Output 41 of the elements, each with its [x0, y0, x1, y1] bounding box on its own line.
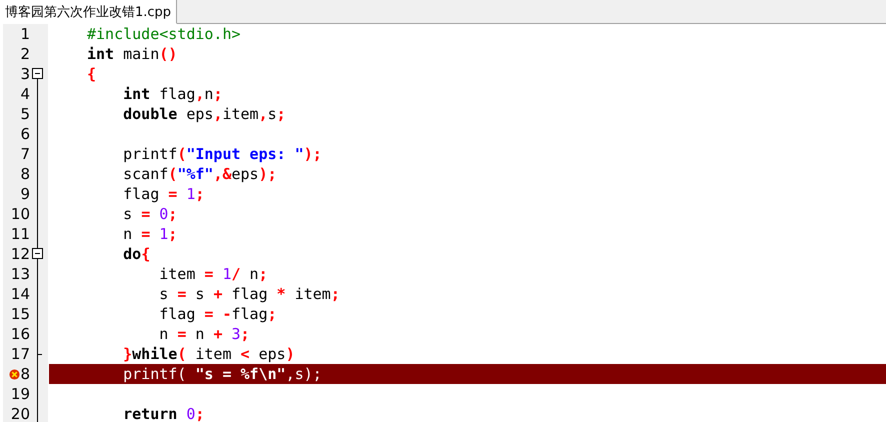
code-line: s = 0; — [122, 204, 178, 224]
line-number: 8 — [20, 365, 30, 383]
code-line: n = n + 3; — [158, 324, 251, 344]
code-line: scanf("%f",&eps); — [122, 164, 278, 184]
line-number: 9 — [20, 185, 30, 203]
line-number: 6 — [20, 125, 30, 143]
line-number: 12 — [10, 245, 30, 263]
line-number: 2 — [20, 45, 30, 63]
collapse-icon[interactable] — [32, 248, 43, 259]
line-number: 15 — [10, 305, 30, 323]
code-line: s = s + flag * item; — [158, 284, 341, 304]
line-number: 14 — [10, 285, 30, 303]
line-number: 17 — [10, 345, 30, 363]
line-number: 3 — [20, 65, 30, 83]
collapse-icon[interactable] — [32, 68, 43, 79]
file-tab[interactable]: 博客园第六次作业改错1.cpp — [0, 0, 178, 24]
line-number: 20 — [10, 405, 30, 422]
code-line: do{ — [122, 244, 152, 264]
code-line: return 0; — [122, 404, 206, 422]
code-line: flag = 1; — [122, 184, 206, 204]
code-line: flag = -flag; — [158, 304, 278, 324]
line-number: 13 — [10, 265, 30, 283]
code-line: int main() — [86, 44, 178, 64]
breakpoint-icon[interactable] — [9, 368, 20, 380]
code-line: }while( item < eps) — [122, 344, 296, 364]
line-number: 8 — [20, 165, 30, 183]
line-number: 1 — [20, 25, 30, 43]
code-line: double eps,item,s; — [122, 104, 287, 124]
line-number: 16 — [10, 325, 30, 343]
line-number: 19 — [10, 385, 30, 403]
code-line: { — [86, 64, 98, 84]
code-line: #include<stdio.h> — [86, 24, 242, 44]
line-number: 11 — [10, 225, 30, 243]
code-line: item = 1/ n; — [158, 264, 269, 284]
code-line: int flag,n; — [122, 84, 224, 104]
line-number: 4 — [20, 85, 30, 103]
line-number: 10 — [10, 205, 30, 223]
line-number: 7 — [20, 145, 30, 163]
code-line: printf("Input eps: "); — [122, 144, 323, 164]
line-number: 5 — [20, 105, 30, 123]
code-line: n = 1; — [122, 224, 178, 244]
